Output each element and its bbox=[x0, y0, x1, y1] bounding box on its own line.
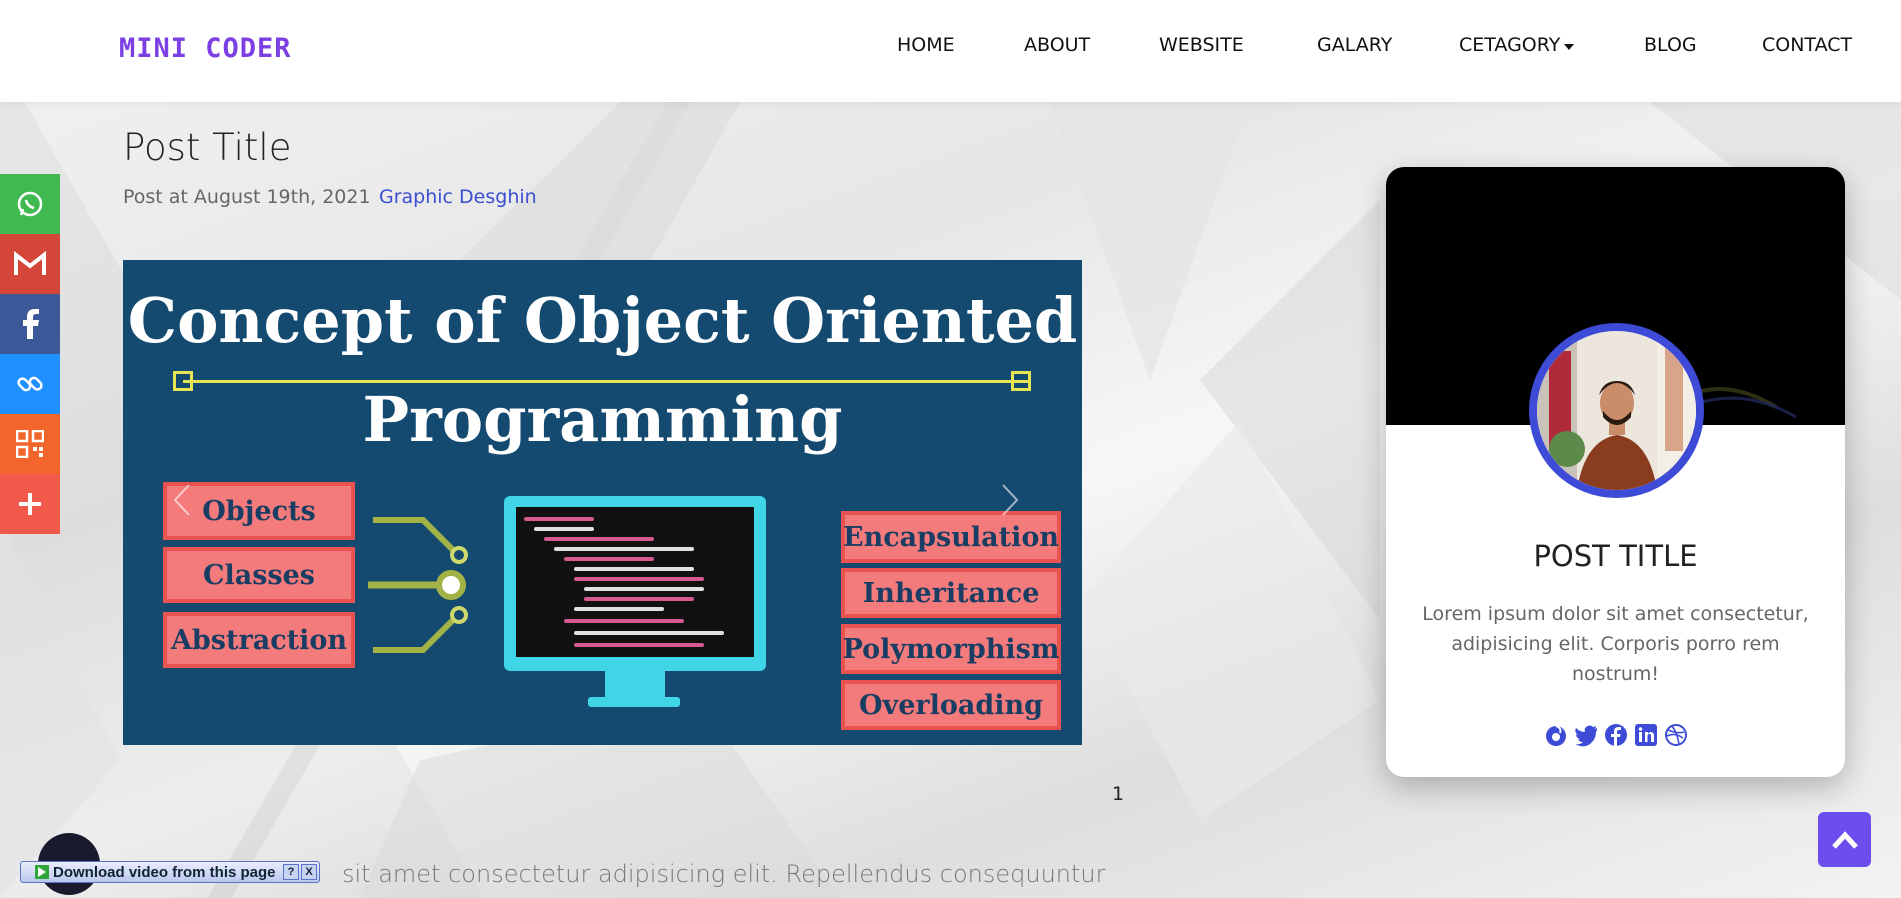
post-image-carousel[interactable]: Concept of Object Oriented Programming O… bbox=[123, 260, 1082, 745]
person-photo bbox=[1537, 331, 1696, 490]
connector-lines bbox=[368, 517, 468, 653]
facebook-icon bbox=[23, 309, 39, 339]
nav-blog[interactable]: BLOG bbox=[1644, 34, 1697, 56]
help-button[interactable]: ? bbox=[283, 864, 299, 880]
chevron-up-icon bbox=[1831, 830, 1858, 849]
slide-item-overloading: Overloading bbox=[841, 680, 1061, 730]
link-icon bbox=[17, 376, 43, 392]
avatar bbox=[1529, 323, 1704, 498]
codepen-swirl-icon[interactable] bbox=[1544, 723, 1568, 747]
slide-title-line2: Programming bbox=[362, 383, 843, 456]
more-share-button[interactable] bbox=[0, 474, 60, 534]
code-screen bbox=[516, 507, 754, 657]
post-date: Post at August 19th, 2021 bbox=[123, 186, 371, 208]
slide-title-line1: Concept of Object Oriented bbox=[127, 284, 1078, 357]
whatsapp-share-button[interactable] bbox=[0, 174, 60, 234]
nav-cetagory-dropdown[interactable]: CETAGORY bbox=[1459, 34, 1575, 56]
author-card: POST TITLE Lorem ipsum dolor sit amet co… bbox=[1386, 167, 1845, 777]
chevron-right-icon[interactable] bbox=[999, 482, 1021, 518]
nav-website[interactable]: WEBSITE bbox=[1159, 34, 1244, 56]
whatsapp-icon bbox=[17, 191, 43, 217]
slide-item-classes: Classes bbox=[163, 547, 355, 603]
twitter-icon[interactable] bbox=[1574, 723, 1598, 747]
caret-down-icon bbox=[1564, 43, 1575, 50]
play-icon bbox=[35, 865, 49, 879]
card-description: Lorem ipsum dolor sit amet consectetur, … bbox=[1422, 603, 1809, 685]
card-social-links bbox=[1386, 723, 1845, 747]
post-category-link[interactable]: Graphic Desghin bbox=[379, 186, 537, 208]
qr-code-icon bbox=[16, 430, 44, 458]
copy-link-button[interactable] bbox=[0, 354, 60, 414]
share-bar bbox=[0, 174, 60, 534]
facebook-share-button[interactable] bbox=[0, 294, 60, 354]
slide-item-polymorphism: Polymorphism bbox=[841, 624, 1061, 674]
nav-contact[interactable]: CONTACT bbox=[1762, 34, 1852, 56]
plus-icon bbox=[19, 493, 41, 515]
nav-home[interactable]: HOME bbox=[897, 34, 955, 56]
chevron-left-icon[interactable] bbox=[171, 482, 193, 518]
page-number[interactable]: 1 bbox=[1112, 783, 1124, 805]
card-title: POST TITLE bbox=[1533, 539, 1698, 573]
nav-galary[interactable]: GALARY bbox=[1317, 34, 1392, 56]
facebook-icon[interactable] bbox=[1604, 723, 1628, 747]
nav-cetagory[interactable]: CETAGORY bbox=[1459, 34, 1560, 56]
post-title: Post Title bbox=[123, 126, 292, 169]
scroll-to-top-button[interactable] bbox=[1818, 812, 1871, 867]
download-video-bar[interactable]: Download video from this page ? X bbox=[20, 861, 320, 883]
slide-item-inheritance: Inheritance bbox=[841, 568, 1061, 618]
close-button[interactable]: X bbox=[301, 864, 317, 880]
post-body-preview: sit amet consectetur adipisicing elit. R… bbox=[342, 860, 1106, 888]
monitor-base bbox=[588, 697, 680, 707]
qr-code-button[interactable] bbox=[0, 414, 60, 474]
gmail-share-button[interactable] bbox=[0, 234, 60, 294]
gmail-icon bbox=[14, 251, 46, 275]
site-header: MINI CODER HOME ABOUT WEBSITE GALARY CET… bbox=[0, 0, 1901, 102]
linkedin-icon[interactable] bbox=[1634, 723, 1658, 747]
nav-about[interactable]: ABOUT bbox=[1024, 34, 1090, 56]
dribbble-icon[interactable] bbox=[1664, 723, 1688, 747]
slide-item-abstraction: Abstraction bbox=[163, 612, 355, 668]
main-nav: HOME ABOUT WEBSITE GALARY CETAGORY BLOG … bbox=[0, 34, 1901, 64]
download-video-label[interactable]: Download video from this page bbox=[53, 864, 276, 881]
slide-item-encapsulation: Encapsulation bbox=[841, 511, 1061, 563]
